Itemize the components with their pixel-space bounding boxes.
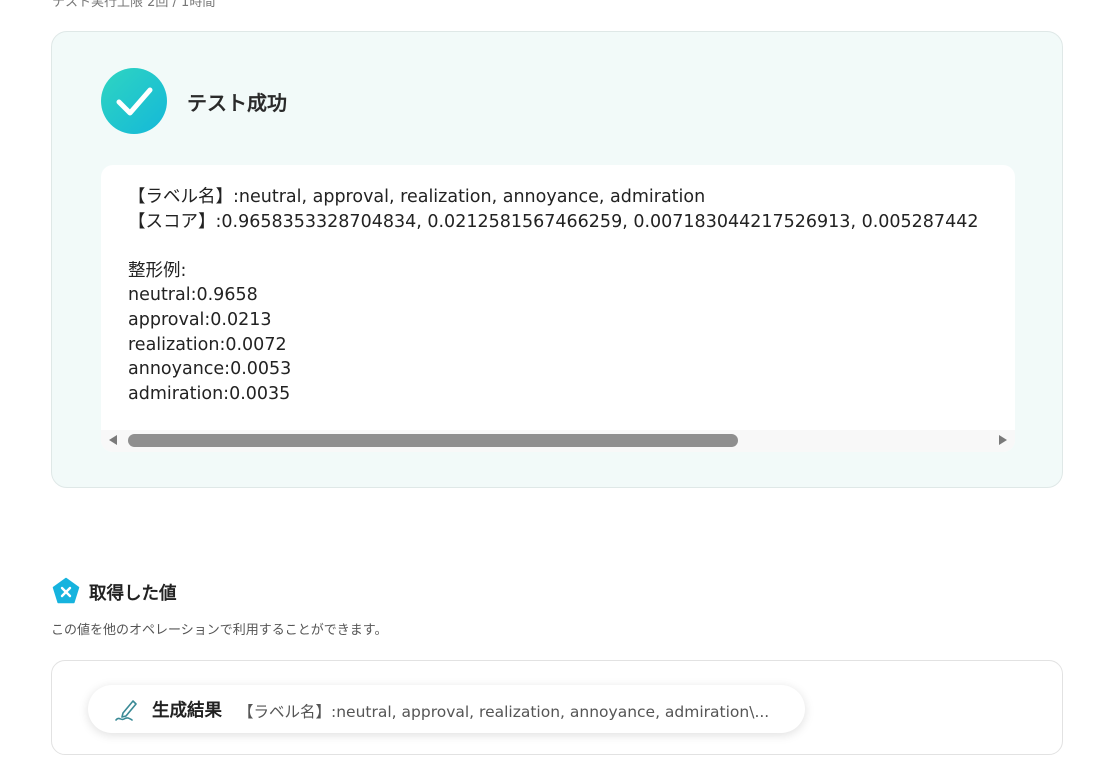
test-success-title: テスト成功 — [187, 91, 287, 115]
test-result-panel: テスト成功 【ラベル名】:neutral, approval, realizat… — [51, 31, 1063, 488]
pen-sign-icon — [115, 700, 137, 721]
acquired-values-panel: 生成結果 【ラベル名】:neutral, approval, realizati… — [51, 660, 1063, 755]
value-chip-preview: 【ラベル名】:neutral, approval, realization, a… — [238, 703, 770, 721]
result-output-box[interactable]: 【ラベル名】:neutral, approval, realization, a… — [101, 165, 1015, 452]
horizontal-scrollbar[interactable] — [101, 430, 1015, 452]
value-chip-label: 生成結果 — [152, 701, 222, 721]
value-chip-generated-result[interactable]: 生成結果 【ラベル名】:neutral, approval, realizati… — [88, 685, 805, 733]
check-circle-icon — [101, 68, 167, 134]
result-output-text: 【ラベル名】:neutral, approval, realization, a… — [128, 187, 979, 404]
scroll-left-arrow-icon[interactable] — [109, 435, 117, 445]
scrollbar-thumb[interactable] — [128, 434, 738, 447]
pentagon-x-icon — [52, 577, 80, 604]
acquired-values-title: 取得した値 — [89, 584, 177, 604]
scroll-right-arrow-icon[interactable] — [999, 435, 1007, 445]
acquired-values-description: この値を他のオペレーションで利用することができます。 — [51, 623, 388, 638]
test-limit-note: テスト実行上限 2回 / 1時間 — [52, 0, 216, 10]
